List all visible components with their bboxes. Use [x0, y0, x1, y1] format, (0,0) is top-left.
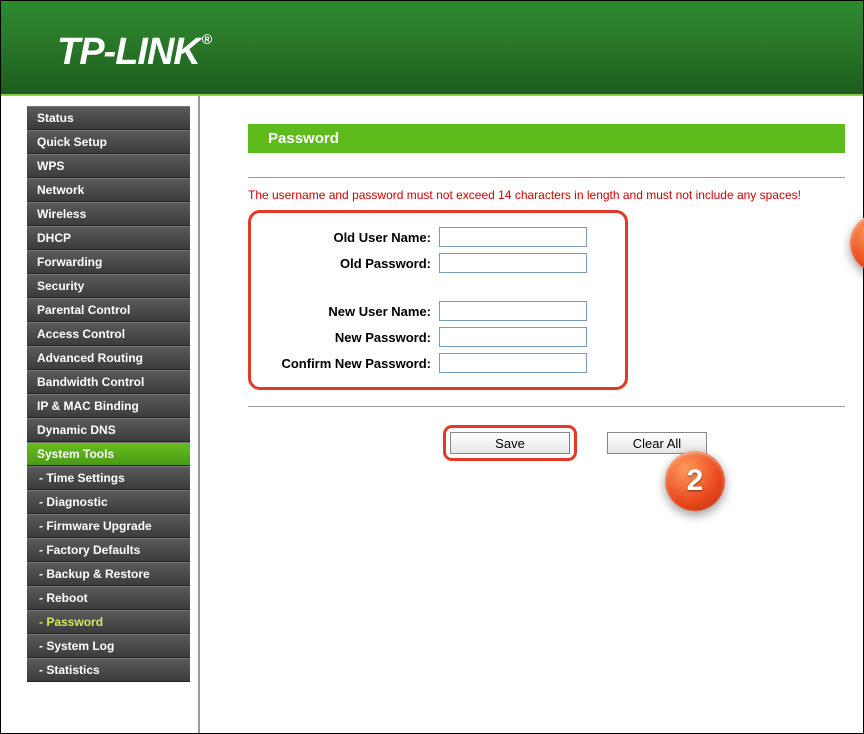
- confirm-password-input[interactable]: [439, 353, 587, 373]
- sidebar-item-network[interactable]: Network: [27, 178, 190, 202]
- divider-line-2: [248, 406, 845, 407]
- divider-line: [248, 177, 845, 178]
- save-button-highlight: Save: [443, 425, 577, 461]
- sidebar: Status Quick Setup WPS Network Wireless …: [1, 96, 196, 733]
- old-username-input[interactable]: [439, 227, 587, 247]
- confirm-password-label: Confirm New Password:: [259, 356, 439, 371]
- sidebar-item-ip-mac-binding[interactable]: IP & MAC Binding: [27, 394, 190, 418]
- sidebar-sub-firmware-upgrade[interactable]: - Firmware Upgrade: [27, 514, 190, 538]
- new-password-label: New Password:: [259, 330, 439, 345]
- sidebar-sub-system-log[interactable]: - System Log: [27, 634, 190, 658]
- sidebar-item-security[interactable]: Security: [27, 274, 190, 298]
- warning-note: The username and password must not excee…: [248, 188, 845, 202]
- new-username-input[interactable]: [439, 301, 587, 321]
- sidebar-sub-reboot[interactable]: - Reboot: [27, 586, 190, 610]
- annotation-callout-1: 1: [850, 213, 864, 273]
- sidebar-sub-password[interactable]: - Password: [27, 610, 190, 634]
- brand-logo: TP-LINK®: [1, 1, 863, 74]
- sidebar-sub-diagnostic[interactable]: - Diagnostic: [27, 490, 190, 514]
- button-row: Save Clear All: [248, 425, 845, 461]
- sidebar-item-wireless[interactable]: Wireless: [27, 202, 190, 226]
- sidebar-sub-time-settings[interactable]: - Time Settings: [27, 466, 190, 490]
- sidebar-sub-backup-restore[interactable]: - Backup & Restore: [27, 562, 190, 586]
- sidebar-sub-statistics[interactable]: - Statistics: [27, 658, 190, 682]
- sidebar-item-advanced-routing[interactable]: Advanced Routing: [27, 346, 190, 370]
- annotation-callout-2: 2: [665, 451, 725, 511]
- sidebar-item-system-tools[interactable]: System Tools: [27, 442, 190, 466]
- new-password-input[interactable]: [439, 327, 587, 347]
- sidebar-item-dhcp[interactable]: DHCP: [27, 226, 190, 250]
- old-username-label: Old User Name:: [259, 230, 439, 245]
- registered-icon: ®: [202, 31, 211, 47]
- old-password-label: Old Password:: [259, 256, 439, 271]
- new-username-label: New User Name:: [259, 304, 439, 319]
- sidebar-sub-factory-defaults[interactable]: - Factory Defaults: [27, 538, 190, 562]
- sidebar-item-access-control[interactable]: Access Control: [27, 322, 190, 346]
- sidebar-item-parental-control[interactable]: Parental Control: [27, 298, 190, 322]
- sidebar-item-status[interactable]: Status: [27, 106, 190, 130]
- old-password-input[interactable]: [439, 253, 587, 273]
- header: TP-LINK®: [1, 1, 863, 96]
- sidebar-item-dynamic-dns[interactable]: Dynamic DNS: [27, 418, 190, 442]
- sidebar-item-wps[interactable]: WPS: [27, 154, 190, 178]
- credentials-form-highlight: Old User Name: Old Password: New User Na…: [248, 210, 628, 390]
- sidebar-item-quick-setup[interactable]: Quick Setup: [27, 130, 190, 154]
- brand-text: TP-LINK: [57, 31, 200, 73]
- sidebar-item-forwarding[interactable]: Forwarding: [27, 250, 190, 274]
- sidebar-item-bandwidth-control[interactable]: Bandwidth Control: [27, 370, 190, 394]
- page-title: Password: [248, 124, 845, 153]
- content-area: Password The username and password must …: [200, 96, 863, 733]
- save-button[interactable]: Save: [450, 432, 570, 454]
